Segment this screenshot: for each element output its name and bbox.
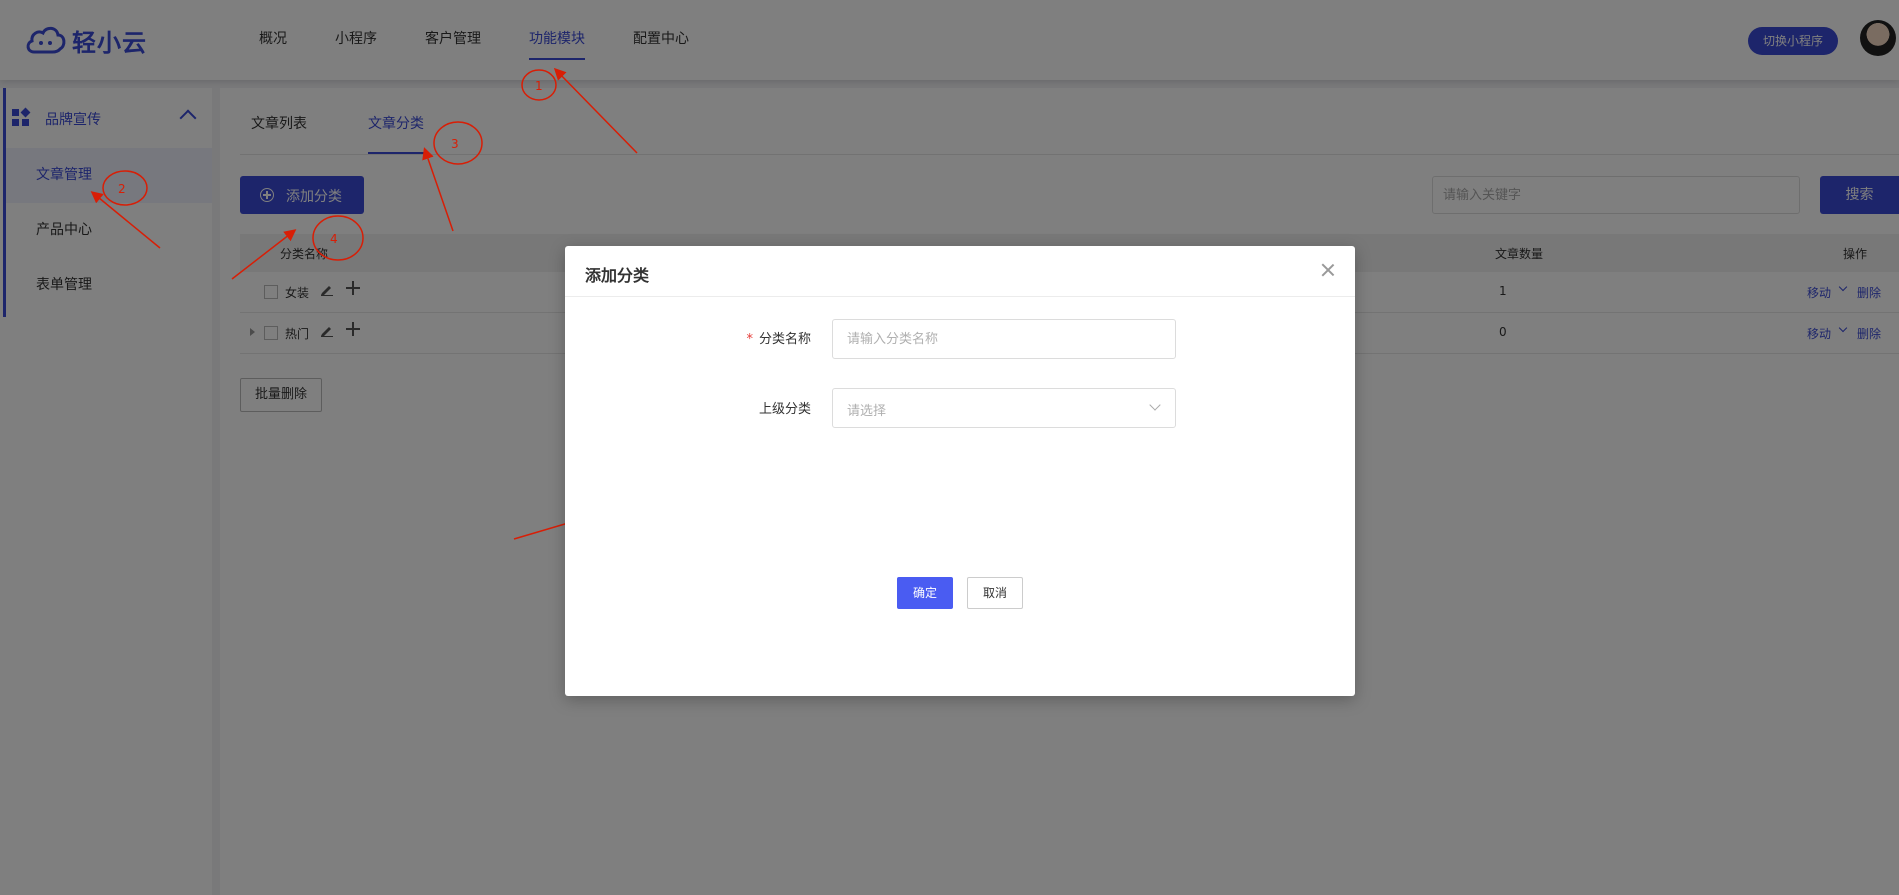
required-asterisk: * xyxy=(746,332,753,347)
parent-category-placeholder: 请选择 xyxy=(847,404,887,419)
category-name-label-text: 分类名称 xyxy=(758,332,811,347)
confirm-button[interactable]: 确定 xyxy=(897,577,953,609)
add-category-dialog: 添加分类 * 分类名称 上级分类 请选择 确定 取消 xyxy=(565,246,1355,696)
parent-category-label: 上级分类 xyxy=(758,402,811,417)
chevron-down-icon xyxy=(1149,399,1161,411)
cancel-button[interactable]: 取消 xyxy=(967,577,1023,609)
dialog-header: 添加分类 xyxy=(565,246,1355,297)
dialog-title: 添加分类 xyxy=(585,266,650,285)
category-name-input[interactable] xyxy=(832,319,1176,359)
parent-category-select[interactable]: 请选择 xyxy=(832,388,1176,428)
close-icon[interactable] xyxy=(1320,262,1336,278)
category-name-label: * 分类名称 xyxy=(741,328,811,347)
